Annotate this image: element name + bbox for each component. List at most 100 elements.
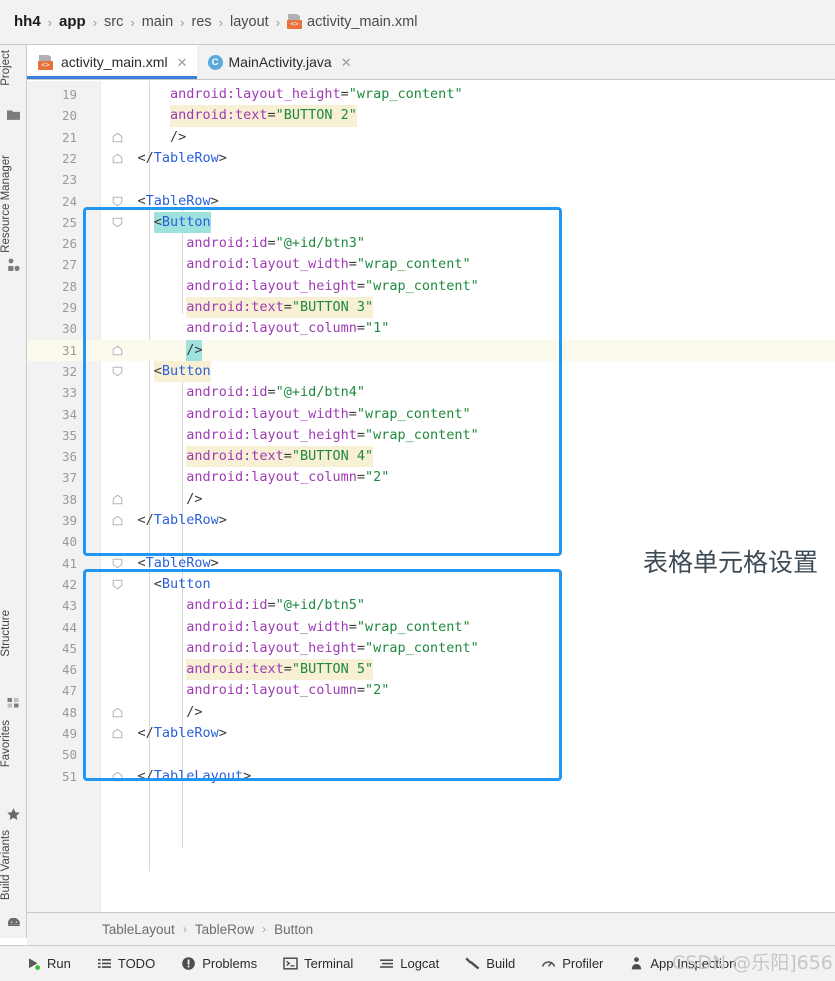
status-item-profiler[interactable]: Profiler bbox=[541, 956, 603, 971]
code-token: / bbox=[145, 149, 154, 166]
status-item-terminal[interactable]: Terminal bbox=[283, 956, 353, 971]
line-number: 41 bbox=[61, 555, 77, 571]
close-icon[interactable]: ✕ bbox=[341, 56, 352, 69]
sidebar-item-structure[interactable]: Structure bbox=[0, 610, 27, 657]
line-number: 21 bbox=[61, 129, 77, 145]
code-line-text: android:layout_height="wrap_content" bbox=[186, 425, 479, 446]
sidebar-item-favorites[interactable]: Favorites bbox=[0, 720, 27, 767]
code-line bbox=[27, 339, 835, 361]
code-line-text: android:layout_column="1" bbox=[186, 318, 389, 339]
line-number: 35 bbox=[61, 427, 77, 443]
java-class-icon: C bbox=[207, 54, 223, 70]
editor-tab-mainactivity-java[interactable]: C MainActivity.java ✕ bbox=[197, 45, 361, 79]
code-token: android:layout_height bbox=[186, 277, 357, 294]
breadcrumb-item-layout[interactable]: layout bbox=[230, 13, 269, 31]
sidebar-item-resource-manager[interactable]: Resource Manager bbox=[0, 155, 27, 253]
line-number: 37 bbox=[61, 470, 77, 486]
code-text-surface[interactable]: 19 android:layout_height="wrap_content" 20… bbox=[27, 81, 835, 912]
status-item-label: Profiler bbox=[562, 956, 604, 971]
sidebar-item-project[interactable]: Project bbox=[0, 50, 27, 86]
code-token: > bbox=[210, 554, 219, 571]
fold-marker-end[interactable] bbox=[112, 494, 123, 505]
code-token: android:layout_width bbox=[186, 618, 349, 635]
line-number: 42 bbox=[61, 576, 77, 592]
line-number: 32 bbox=[61, 363, 77, 379]
code-token: "2" bbox=[365, 469, 390, 486]
code-token: = bbox=[283, 448, 292, 465]
fold-marker-end[interactable] bbox=[112, 728, 123, 739]
code-line-text: android:layout_column="2" bbox=[186, 680, 389, 701]
breadcrumb-separator: › bbox=[180, 14, 185, 30]
fold-marker-end[interactable] bbox=[112, 345, 123, 356]
breadcrumb-item-activity-main-xml[interactable]: <> activity_main.xml bbox=[287, 13, 417, 31]
fold-marker-open[interactable] bbox=[112, 217, 123, 228]
code-token: /> bbox=[186, 341, 203, 358]
annotation-label: 表格单元格设置 bbox=[643, 548, 819, 577]
code-editor[interactable]: 19 android:layout_height="wrap_content" 20… bbox=[27, 81, 835, 912]
code-line-text: </TableRow> bbox=[137, 148, 226, 169]
breadcrumb-bar: hh4 › app › src › main › res › layout › <> activity_m… bbox=[0, 0, 835, 45]
status-item-todo[interactable]: TODO bbox=[97, 956, 155, 971]
editor-tab-activity-main-xml[interactable]: <> activity_main.xml ✕ bbox=[27, 45, 197, 79]
resource-manager-icon[interactable] bbox=[6, 257, 21, 272]
fold-marker-end[interactable] bbox=[112, 771, 123, 782]
code-token: / bbox=[145, 725, 154, 741]
code-token: = bbox=[348, 256, 357, 273]
line-number: 19 bbox=[61, 87, 77, 102]
fold-marker-end[interactable] bbox=[112, 153, 123, 164]
todo-icon bbox=[97, 956, 112, 971]
fold-marker-end[interactable] bbox=[112, 707, 123, 718]
breadcrumb-item-app[interactable]: app bbox=[59, 13, 86, 31]
status-item-label: Run bbox=[47, 956, 71, 971]
code-token: android:layout_height bbox=[186, 426, 357, 443]
breadcrumb-item-res[interactable]: res bbox=[192, 13, 212, 31]
code-line-text: android:layout_width="wrap_content" bbox=[186, 404, 471, 425]
status-item-problems[interactable]: Problems bbox=[181, 956, 257, 971]
component-item-tablerow[interactable]: TableRow bbox=[195, 922, 254, 937]
line-number: 31 bbox=[61, 342, 77, 358]
breadcrumb-item-src[interactable]: src bbox=[104, 13, 123, 31]
sidebar-item-build-variants[interactable]: Build Variants bbox=[0, 830, 27, 900]
status-item-logcat[interactable]: Logcat bbox=[379, 956, 439, 971]
left-tool-window-strip: Project Resource Manager Structure Favorite… bbox=[0, 45, 27, 938]
code-token: android:text bbox=[169, 107, 268, 124]
close-icon[interactable]: ✕ bbox=[177, 56, 188, 69]
code-line-text: android:layout_width="wrap_content" bbox=[186, 617, 471, 638]
line-number: 26 bbox=[61, 236, 77, 252]
code-line-text: /> bbox=[186, 339, 203, 361]
component-item-tablelayout[interactable]: TableLayout bbox=[102, 922, 175, 937]
code-line-text: </TableRow> bbox=[137, 723, 226, 744]
code-token: TableRow bbox=[145, 554, 211, 571]
fold-marker-open[interactable] bbox=[112, 196, 123, 207]
status-item-run[interactable]: Run bbox=[26, 956, 71, 971]
fold-marker-open[interactable] bbox=[112, 579, 123, 590]
run-icon bbox=[26, 956, 41, 971]
component-item-button[interactable]: Button bbox=[274, 922, 313, 937]
editor-tab-bar: <> activity_main.xml ✕ C MainActivity.java ✕ bbox=[27, 45, 835, 80]
fold-marker-open[interactable] bbox=[112, 558, 123, 569]
code-token: / bbox=[145, 767, 154, 784]
android-icon[interactable] bbox=[6, 918, 22, 930]
breadcrumb-label: hh4 bbox=[14, 13, 41, 30]
breadcrumb-item-main[interactable]: main bbox=[142, 13, 173, 31]
breadcrumb-item-hh4[interactable]: hh4 bbox=[14, 13, 41, 31]
logcat-icon bbox=[379, 956, 394, 971]
code-line-text: </TableLayout> bbox=[137, 766, 251, 787]
folder-icon[interactable] bbox=[6, 107, 21, 122]
status-item-build[interactable]: Build bbox=[465, 956, 515, 971]
code-line-text: android:layout_width="wrap_content" bbox=[186, 254, 471, 275]
fold-marker-end[interactable] bbox=[112, 132, 123, 143]
code-token: "@+id/btn3" bbox=[275, 235, 366, 252]
code-line-text: android:text="BUTTON 5" bbox=[186, 659, 374, 681]
structure-icon[interactable] bbox=[6, 695, 21, 710]
fold-marker-open[interactable] bbox=[112, 366, 123, 377]
favorites-star-icon[interactable] bbox=[6, 807, 21, 822]
line-number: 25 bbox=[61, 214, 77, 230]
code-line-text: android:layout_height="wrap_content" bbox=[186, 276, 479, 297]
code-token: Button bbox=[161, 575, 211, 592]
fold-marker-end[interactable] bbox=[112, 515, 123, 526]
code-token: = bbox=[283, 661, 292, 678]
